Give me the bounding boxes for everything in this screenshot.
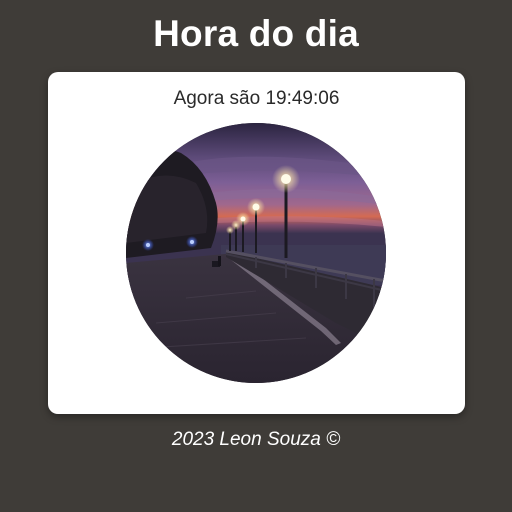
current-time-text: Agora são 19:49:06 — [173, 88, 340, 109]
page-title: Hora do dia — [153, 13, 359, 54]
clock-card: Agora são 19:49:06 — [48, 72, 465, 414]
night-waterfront-photo — [126, 123, 386, 383]
footer-copyright: 2023 Leon Souza © — [171, 429, 341, 450]
time-of-day-image — [126, 123, 386, 383]
